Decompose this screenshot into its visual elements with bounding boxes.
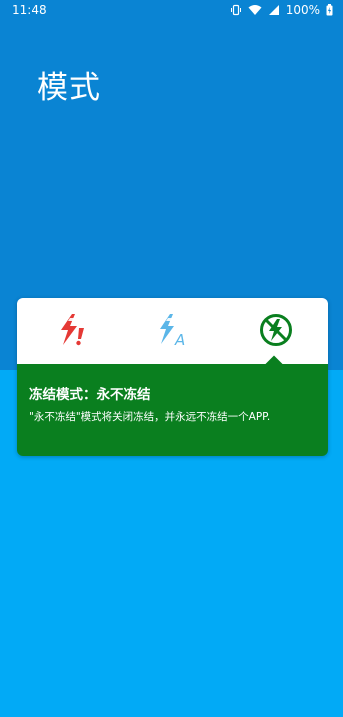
signal-icon — [268, 4, 280, 16]
vibrate-icon — [230, 4, 242, 16]
status-bar: 11:48 100% — [0, 0, 343, 22]
mode-icon-row: A — [17, 298, 328, 364]
page-title: 模式 — [37, 70, 101, 106]
mode-selector-card: A 冻结模式：永不冻结 "永不冻结"模式将关闭冻结，并永远不冻结一个APP. — [17, 298, 328, 456]
battery-charging-icon — [326, 4, 333, 16]
status-icons: 100% — [230, 3, 333, 17]
svg-text:A: A — [174, 331, 185, 348]
mode-description-title: 冻结模式：永不冻结 — [29, 387, 151, 403]
status-time: 11:48 — [12, 3, 47, 17]
blue-lightning-auto-icon: A — [160, 314, 185, 348]
mode-option-auto[interactable]: A — [155, 312, 191, 348]
green-lightning-slash-icon — [260, 314, 292, 346]
mode-description-panel: 冻结模式：永不冻结 "永不冻结"模式将关闭冻结，并永远不冻结一个APP. — [17, 364, 328, 456]
mode-option-aggressive[interactable] — [55, 312, 91, 348]
mode-description-text: "永不冻结"模式将关闭冻结，并永远不冻结一个APP. — [29, 411, 271, 423]
battery-percent: 100% — [285, 3, 320, 17]
red-lightning-exclamation-icon — [61, 314, 84, 346]
wifi-icon — [248, 4, 262, 16]
mode-option-never[interactable] — [258, 312, 294, 348]
